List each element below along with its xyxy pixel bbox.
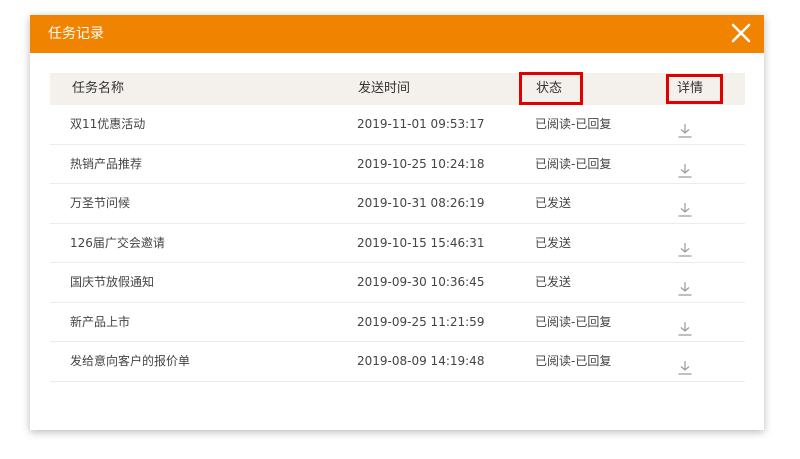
table-row: 国庆节放假通知 2019-09-30 10:36:45 已发送 [50,263,745,303]
download-icon[interactable] [677,195,693,217]
table-row: 发给意向客户的报价单 2019-08-09 14:19:48 已阅读-已回复 [50,342,745,382]
status-text: 已发送 [535,275,572,289]
task-record-dialog: 任务记录 任务名称 发送时间 状态 详情 双11优惠活动 2019-11-01 0… [30,15,764,430]
header-send-time: 发送时间 [358,81,411,96]
table-header: 任务名称 发送时间 状态 详情 [50,73,745,105]
dialog-titlebar: 任务记录 [30,15,764,53]
table-row: 126届广交会邀请 2019-10-15 15:46:31 已发送 [50,224,745,263]
status-text: 已发送 [535,235,572,250]
task-name: 万圣节问候 [70,196,131,210]
send-time: 2019-11-01 09:53:17 [357,117,485,131]
table-body: 双11优惠活动 2019-11-01 09:53:17 已阅读-已回复 热销产品推荐 2… [50,105,745,382]
send-time: 2019-10-31 08:26:19 [357,196,485,210]
status-text: 已发送 [535,196,572,210]
download-icon[interactable] [677,235,693,257]
status-text: 已阅读-已回复 [535,314,612,329]
task-name: 126届广交会邀请 [70,235,165,250]
detail-highlight-box [666,74,723,104]
task-name: 热销产品推荐 [70,156,143,171]
task-name: 双11优惠活动 [70,117,146,131]
download-icon[interactable] [677,116,693,138]
download-icon[interactable] [677,314,693,336]
download-icon[interactable] [677,156,693,178]
table-row: 新产品上市 2019-09-25 11:21:59 已阅读-已回复 [50,303,745,342]
download-icon[interactable] [677,353,693,375]
status-text: 已阅读-已回复 [535,117,612,131]
send-time: 2019-10-15 15:46:31 [357,235,485,250]
task-name: 国庆节放假通知 [70,275,155,289]
download-icon[interactable] [677,274,693,296]
close-icon[interactable] [730,22,752,44]
send-time: 2019-09-30 10:36:45 [357,275,485,289]
table-row: 双11优惠活动 2019-11-01 09:53:17 已阅读-已回复 [50,105,745,145]
status-text: 已阅读-已回复 [535,354,612,368]
status-highlight-box [519,72,583,105]
header-task-name: 任务名称 [72,81,125,96]
send-time: 2019-10-25 10:24:18 [357,156,485,171]
send-time: 2019-08-09 14:19:48 [357,354,485,368]
table-row: 万圣节问候 2019-10-31 08:26:19 已发送 [50,184,745,224]
send-time: 2019-09-25 11:21:59 [357,314,485,329]
table-row: 热销产品推荐 2019-10-25 10:24:18 已阅读-已回复 [50,145,745,184]
task-name: 新产品上市 [70,314,131,329]
status-text: 已阅读-已回复 [535,156,612,171]
task-name: 发给意向客户的报价单 [70,354,191,368]
dialog-title: 任务记录 [48,26,104,42]
